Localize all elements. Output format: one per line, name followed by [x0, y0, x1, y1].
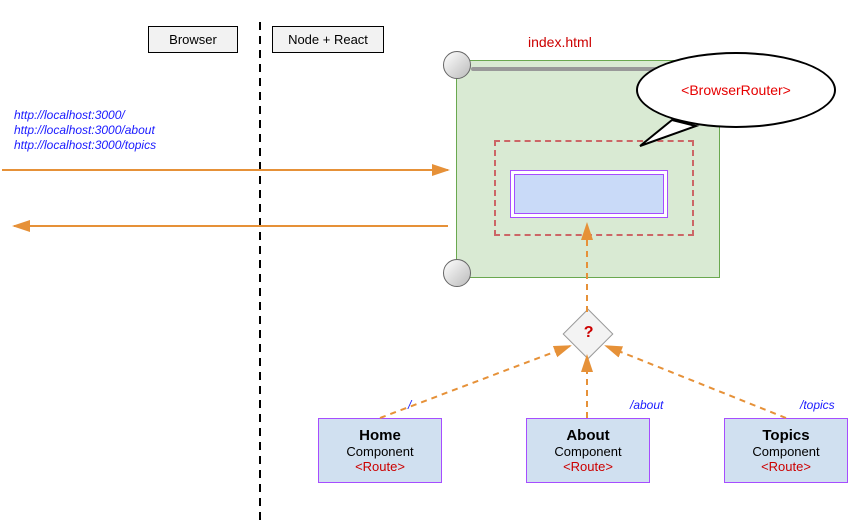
- decision-label: ?: [584, 324, 594, 342]
- component-title: About: [527, 427, 649, 444]
- component-route: <Route>: [527, 459, 649, 474]
- browser-label-box: Browser: [148, 26, 238, 53]
- path-label-home: /: [408, 398, 411, 412]
- rendered-slot-fill: [514, 174, 664, 214]
- component-topics: Topics Component <Route>: [724, 418, 848, 483]
- url-list: http://localhost:3000/ http://localhost:…: [14, 108, 156, 153]
- component-home: Home Component <Route>: [318, 418, 442, 483]
- browser-label: Browser: [169, 32, 217, 47]
- component-subtitle: Component: [319, 444, 441, 459]
- component-about: About Component <Route>: [526, 418, 650, 483]
- decision-diamond-icon: ?: [563, 309, 614, 360]
- url-item: http://localhost:3000/: [14, 108, 156, 123]
- browser-router-label: <BrowserRouter>: [681, 82, 791, 98]
- node-react-label-box: Node + React: [272, 26, 384, 53]
- path-label-topics: /topics: [800, 398, 835, 412]
- component-subtitle: Component: [725, 444, 847, 459]
- component-title: Home: [319, 427, 441, 444]
- component-subtitle: Component: [527, 444, 649, 459]
- path-label-about: /about: [630, 398, 663, 412]
- url-item: http://localhost:3000/about: [14, 123, 156, 138]
- node-react-label: Node + React: [288, 32, 368, 47]
- component-route: <Route>: [725, 459, 847, 474]
- index-html-label: index.html: [528, 34, 592, 50]
- component-title: Topics: [725, 427, 847, 444]
- speech-bubble: <BrowserRouter>: [636, 52, 836, 128]
- component-route: <Route>: [319, 459, 441, 474]
- diagram-root: Browser Node + React http://localhost:30…: [0, 0, 848, 525]
- url-item: http://localhost:3000/topics: [14, 138, 156, 153]
